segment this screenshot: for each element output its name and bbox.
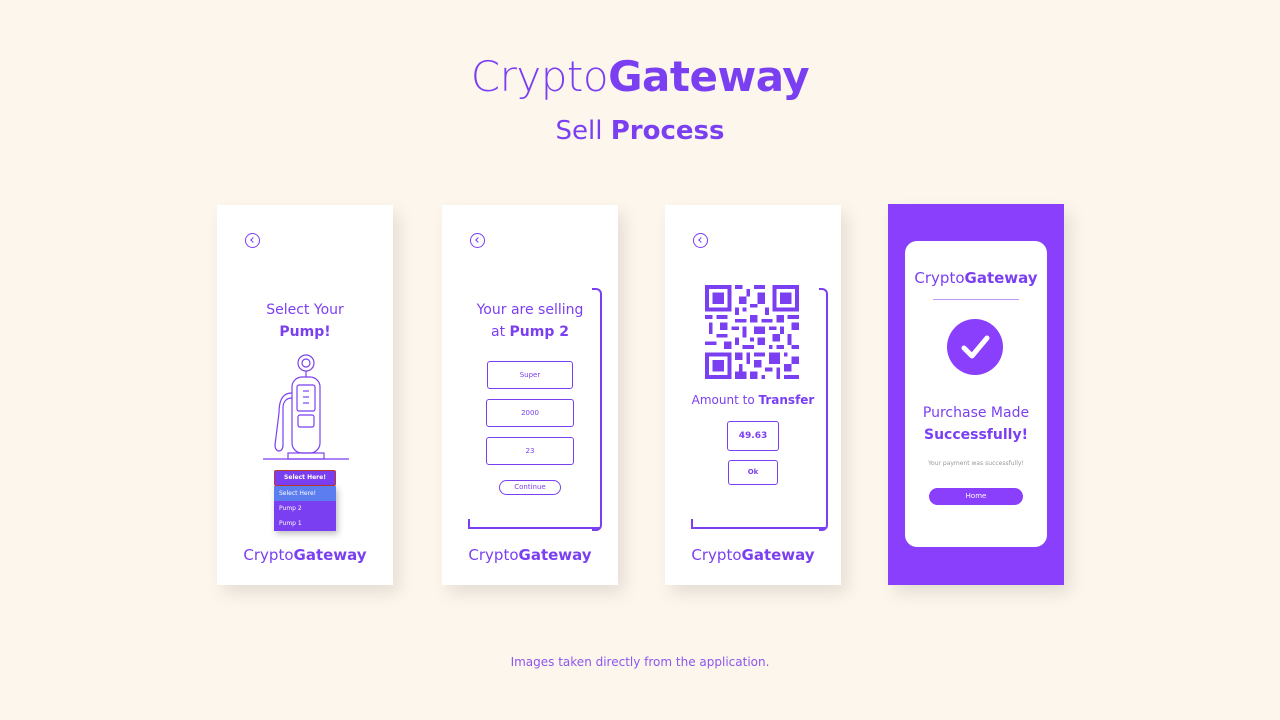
amount-heading: Amount to Transfer bbox=[691, 393, 815, 407]
page-subtitle: Sell Process bbox=[555, 116, 725, 146]
pump-dropdown: Select Here! Pump 2 Pump 1 bbox=[274, 486, 336, 531]
fuel-type-field[interactable]: Super bbox=[487, 361, 573, 389]
divider bbox=[933, 299, 1019, 300]
qr-code bbox=[705, 285, 799, 379]
screen-success: CryptoGateway Purchase Made Successfully… bbox=[888, 204, 1064, 585]
fuel-pump-icon bbox=[263, 354, 349, 460]
brand-logo: CryptoGateway bbox=[468, 546, 592, 564]
home-button[interactable]: Home bbox=[929, 488, 1023, 505]
brand-logo: CryptoGateway bbox=[691, 546, 815, 564]
payment-detail: Your payment was successfully! bbox=[928, 460, 1024, 467]
footnote: Images taken directly from the applicati… bbox=[510, 655, 770, 669]
decorative-line bbox=[468, 527, 600, 529]
quantity-field[interactable]: 23 bbox=[486, 437, 574, 465]
checkmark-icon bbox=[947, 319, 1003, 375]
dropdown-option[interactable]: Select Here! bbox=[274, 486, 336, 501]
decorative-tick bbox=[468, 519, 470, 529]
back-icon[interactable] bbox=[693, 233, 708, 248]
screen-select-pump: Select Your Pump! Select Here! Select He… bbox=[217, 205, 393, 585]
screen-selling-details: Your are selling at Pump 2 Super 2000 23… bbox=[442, 205, 618, 585]
success-card: CryptoGateway Purchase Made Successfully… bbox=[905, 241, 1047, 547]
amount-value: 49.63 bbox=[727, 421, 779, 451]
decorative-line bbox=[691, 527, 826, 529]
pump-select-button[interactable]: Select Here! bbox=[274, 470, 336, 486]
success-message: Purchase Made Successfully! bbox=[922, 405, 1030, 443]
page-title: CryptoGateway bbox=[470, 52, 810, 101]
decorative-bracket bbox=[592, 288, 602, 531]
decorative-bracket bbox=[819, 288, 828, 531]
screen-transfer: Amount to Transfer 49.63 Ok CryptoGatewa… bbox=[665, 205, 841, 585]
brand-logo: CryptoGateway bbox=[914, 269, 1038, 287]
back-icon[interactable] bbox=[470, 233, 485, 248]
decorative-tick bbox=[691, 519, 693, 529]
select-pump-heading: Select Your Pump! bbox=[266, 302, 344, 340]
brand-logo: CryptoGateway bbox=[243, 546, 367, 564]
back-icon[interactable] bbox=[245, 233, 260, 248]
continue-button[interactable]: Continue bbox=[499, 480, 561, 495]
dropdown-option[interactable]: Pump 1 bbox=[274, 516, 336, 531]
amount-field[interactable]: 2000 bbox=[486, 399, 574, 427]
dropdown-option[interactable]: Pump 2 bbox=[274, 501, 336, 516]
ok-button[interactable]: Ok bbox=[728, 460, 778, 485]
